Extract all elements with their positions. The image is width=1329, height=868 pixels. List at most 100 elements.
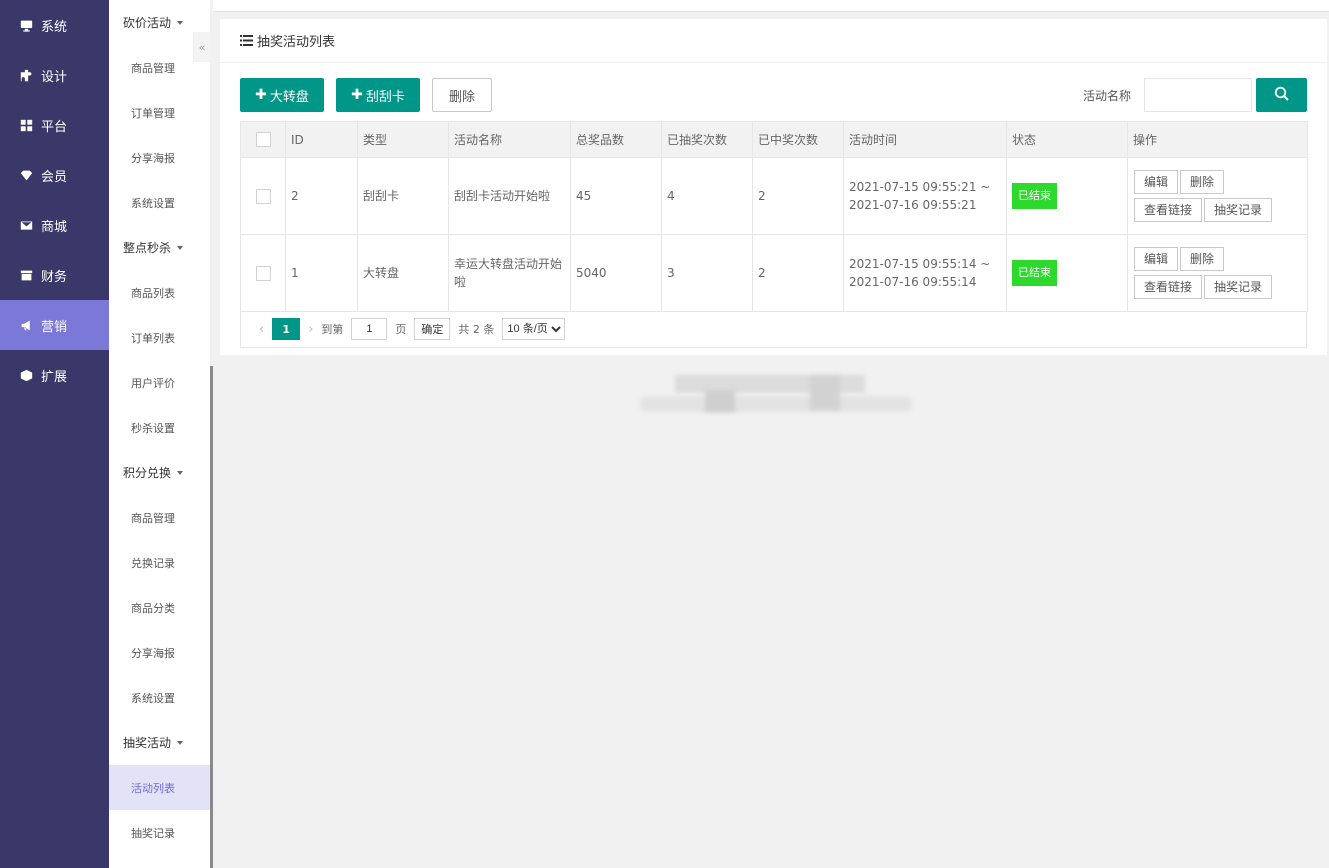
sub-item[interactable]: 系统设置 [109, 180, 210, 225]
row-select-cell [240, 234, 286, 312]
next-page-icon[interactable]: › [308, 322, 313, 337]
row-checkbox[interactable] [255, 189, 271, 204]
sub-item[interactable]: 兑换记录 [109, 540, 210, 585]
nav-item-system[interactable]: 系统 [0, 0, 109, 50]
nav-item-label: 扩展 [41, 369, 68, 385]
sub-item[interactable]: 商品分类 [109, 585, 210, 630]
nav-item-label: 设计 [41, 69, 68, 85]
table-header-row: ID 类型 活动名称 总奖品数 已抽奖次数 已中奖次数 活动时间 状态 操作 [240, 121, 1308, 158]
sub-item[interactable]: 抽奖记录 [109, 810, 210, 855]
lottery-table: ID 类型 活动名称 总奖品数 已抽奖次数 已中奖次数 活动时间 状态 操作 2… [240, 121, 1308, 312]
cell-draws: 4 [661, 157, 753, 235]
nav-item-extend[interactable]: 扩展 [0, 350, 109, 400]
sub-item[interactable]: 分享海报 [109, 630, 210, 675]
page-size-select[interactable]: 10 条/页 [502, 318, 566, 340]
sub-group-lottery[interactable]: 抽奖活动 [109, 720, 210, 765]
column-header: 已抽奖次数 [661, 121, 753, 158]
sub-item[interactable]: 系统设置 [109, 675, 210, 720]
nav-item-design[interactable]: 设计 [0, 50, 109, 100]
cell-name: 刮刮卡活动开始啦 [448, 157, 571, 235]
sidebar-scrollbar[interactable] [210, 366, 213, 868]
cell-type: 大转盘 [357, 234, 449, 312]
edit-button[interactable]: 编辑 [1134, 247, 1179, 271]
cell-total: 45 [570, 157, 662, 235]
column-header: 活动名称 [448, 121, 571, 158]
view-link-button[interactable]: 查看链接 [1134, 198, 1203, 222]
cell-time: 2021-07-15 09:55:14 ~2021-07-16 09:55:14 [843, 234, 1007, 312]
search-label: 活动名称 [1082, 88, 1131, 103]
sub-item[interactable]: 用户评价 [109, 360, 210, 405]
sub-group-points[interactable]: 积分兑换 [109, 450, 210, 495]
search-icon [1274, 86, 1290, 105]
megaphone-icon [19, 318, 33, 332]
select-all-cell [240, 121, 286, 158]
lottery-list-card: 抽奖活动列表 ✚大转盘 ✚刮刮卡 删除 活动名称 ID 类型 活动名称 总奖 [220, 19, 1327, 355]
column-header: 已中奖次数 [752, 121, 844, 158]
draw-records-button[interactable]: 抽奖记录 [1204, 198, 1273, 222]
nav-item-label: 系统 [41, 19, 68, 35]
sub-item[interactable]: 订单管理 [109, 90, 210, 135]
monitor-icon [19, 18, 33, 32]
goto-confirm-button[interactable]: 确定 [414, 318, 451, 340]
caret-down-icon [177, 740, 184, 745]
cell-type: 刮刮卡 [357, 157, 449, 235]
sub-item[interactable]: 订单列表 [109, 315, 210, 360]
nav-item-label: 平台 [41, 119, 68, 135]
sub-item[interactable]: 秒杀设置 [109, 405, 210, 450]
edit-button[interactable]: 编辑 [1134, 170, 1179, 194]
status-badge: 已结束 [1012, 183, 1057, 209]
table-row: 2 刮刮卡 刮刮卡活动开始啦 45 4 2 2021-07-15 09:55:2… [240, 157, 1308, 235]
toolbar: ✚ 大转盘 ✚ 刮刮卡 删除 活动名称 [240, 78, 1307, 112]
draw-records-button[interactable]: 抽奖记录 [1204, 275, 1273, 299]
nav-item-marketing[interactable]: 营销 [0, 300, 109, 350]
column-header: ID [285, 121, 358, 158]
row-delete-button[interactable]: 删除 [1180, 247, 1225, 271]
status-badge: 已结束 [1012, 260, 1057, 286]
card-header: 抽奖活动列表 [220, 19, 1327, 63]
prev-page-icon[interactable]: ‹ [259, 322, 264, 337]
select-all-checkbox[interactable] [255, 132, 271, 147]
nav-item-member[interactable]: 会员 [0, 150, 109, 200]
row-select-cell [240, 157, 286, 235]
nav-item-label: 财务 [41, 269, 68, 285]
cube-icon [19, 368, 33, 382]
nav-item-finance[interactable]: 财务 [0, 250, 109, 300]
cell-status: 已结束 [1006, 234, 1128, 312]
nav-item-mall[interactable]: 商城 [0, 200, 109, 250]
sub-item[interactable]: 商品列表 [109, 270, 210, 315]
grid-icon [19, 118, 33, 132]
add-scratch-button[interactable]: ✚ 刮刮卡 [336, 78, 420, 112]
top-bar [213, 0, 1329, 12]
total-count: 共 2 条 [458, 323, 495, 336]
search-button[interactable] [1256, 78, 1307, 112]
nav-item-platform[interactable]: 平台 [0, 100, 109, 150]
cell-id: 1 [285, 234, 358, 312]
cell-name: 幸运大转盘活动开始啦 [448, 234, 571, 312]
view-link-button[interactable]: 查看链接 [1134, 275, 1203, 299]
caret-down-icon [177, 470, 184, 475]
add-wheel-button[interactable]: ✚ 大转盘 [240, 78, 324, 112]
delete-button[interactable]: 删除 [432, 78, 492, 112]
cell-time: 2021-07-15 09:55:21 ~2021-07-16 09:55:21 [843, 157, 1007, 235]
current-page[interactable]: 1 [272, 318, 301, 340]
column-header: 活动时间 [843, 121, 1007, 158]
search-input[interactable] [1144, 78, 1252, 112]
nav-item-label: 营销 [41, 319, 68, 335]
column-header: 类型 [357, 121, 449, 158]
goto-page-input[interactable] [351, 318, 388, 340]
page-title: 抽奖活动列表 [257, 35, 336, 50]
sub-item[interactable]: 分享海报 [109, 135, 210, 180]
row-checkbox[interactable] [255, 266, 271, 281]
collapse-sidebar-button[interactable]: « [193, 32, 210, 62]
pagination: ‹ 1 › 到第 页 确定 共 2 条 10 条/页 [240, 311, 1307, 348]
cell-ops: 编辑 删除 查看链接 抽奖记录 [1127, 234, 1308, 312]
inbox-icon [19, 268, 33, 282]
sub-item-activity-list[interactable]: 活动列表 [109, 765, 210, 810]
page-unit: 页 [395, 323, 407, 336]
column-header: 状态 [1006, 121, 1128, 158]
column-header: 总奖品数 [570, 121, 662, 158]
row-delete-button[interactable]: 删除 [1180, 170, 1225, 194]
sub-item[interactable]: 商品管理 [109, 495, 210, 540]
sub-group-seckill[interactable]: 整点秒杀 [109, 225, 210, 270]
puzzle-icon [19, 68, 33, 82]
